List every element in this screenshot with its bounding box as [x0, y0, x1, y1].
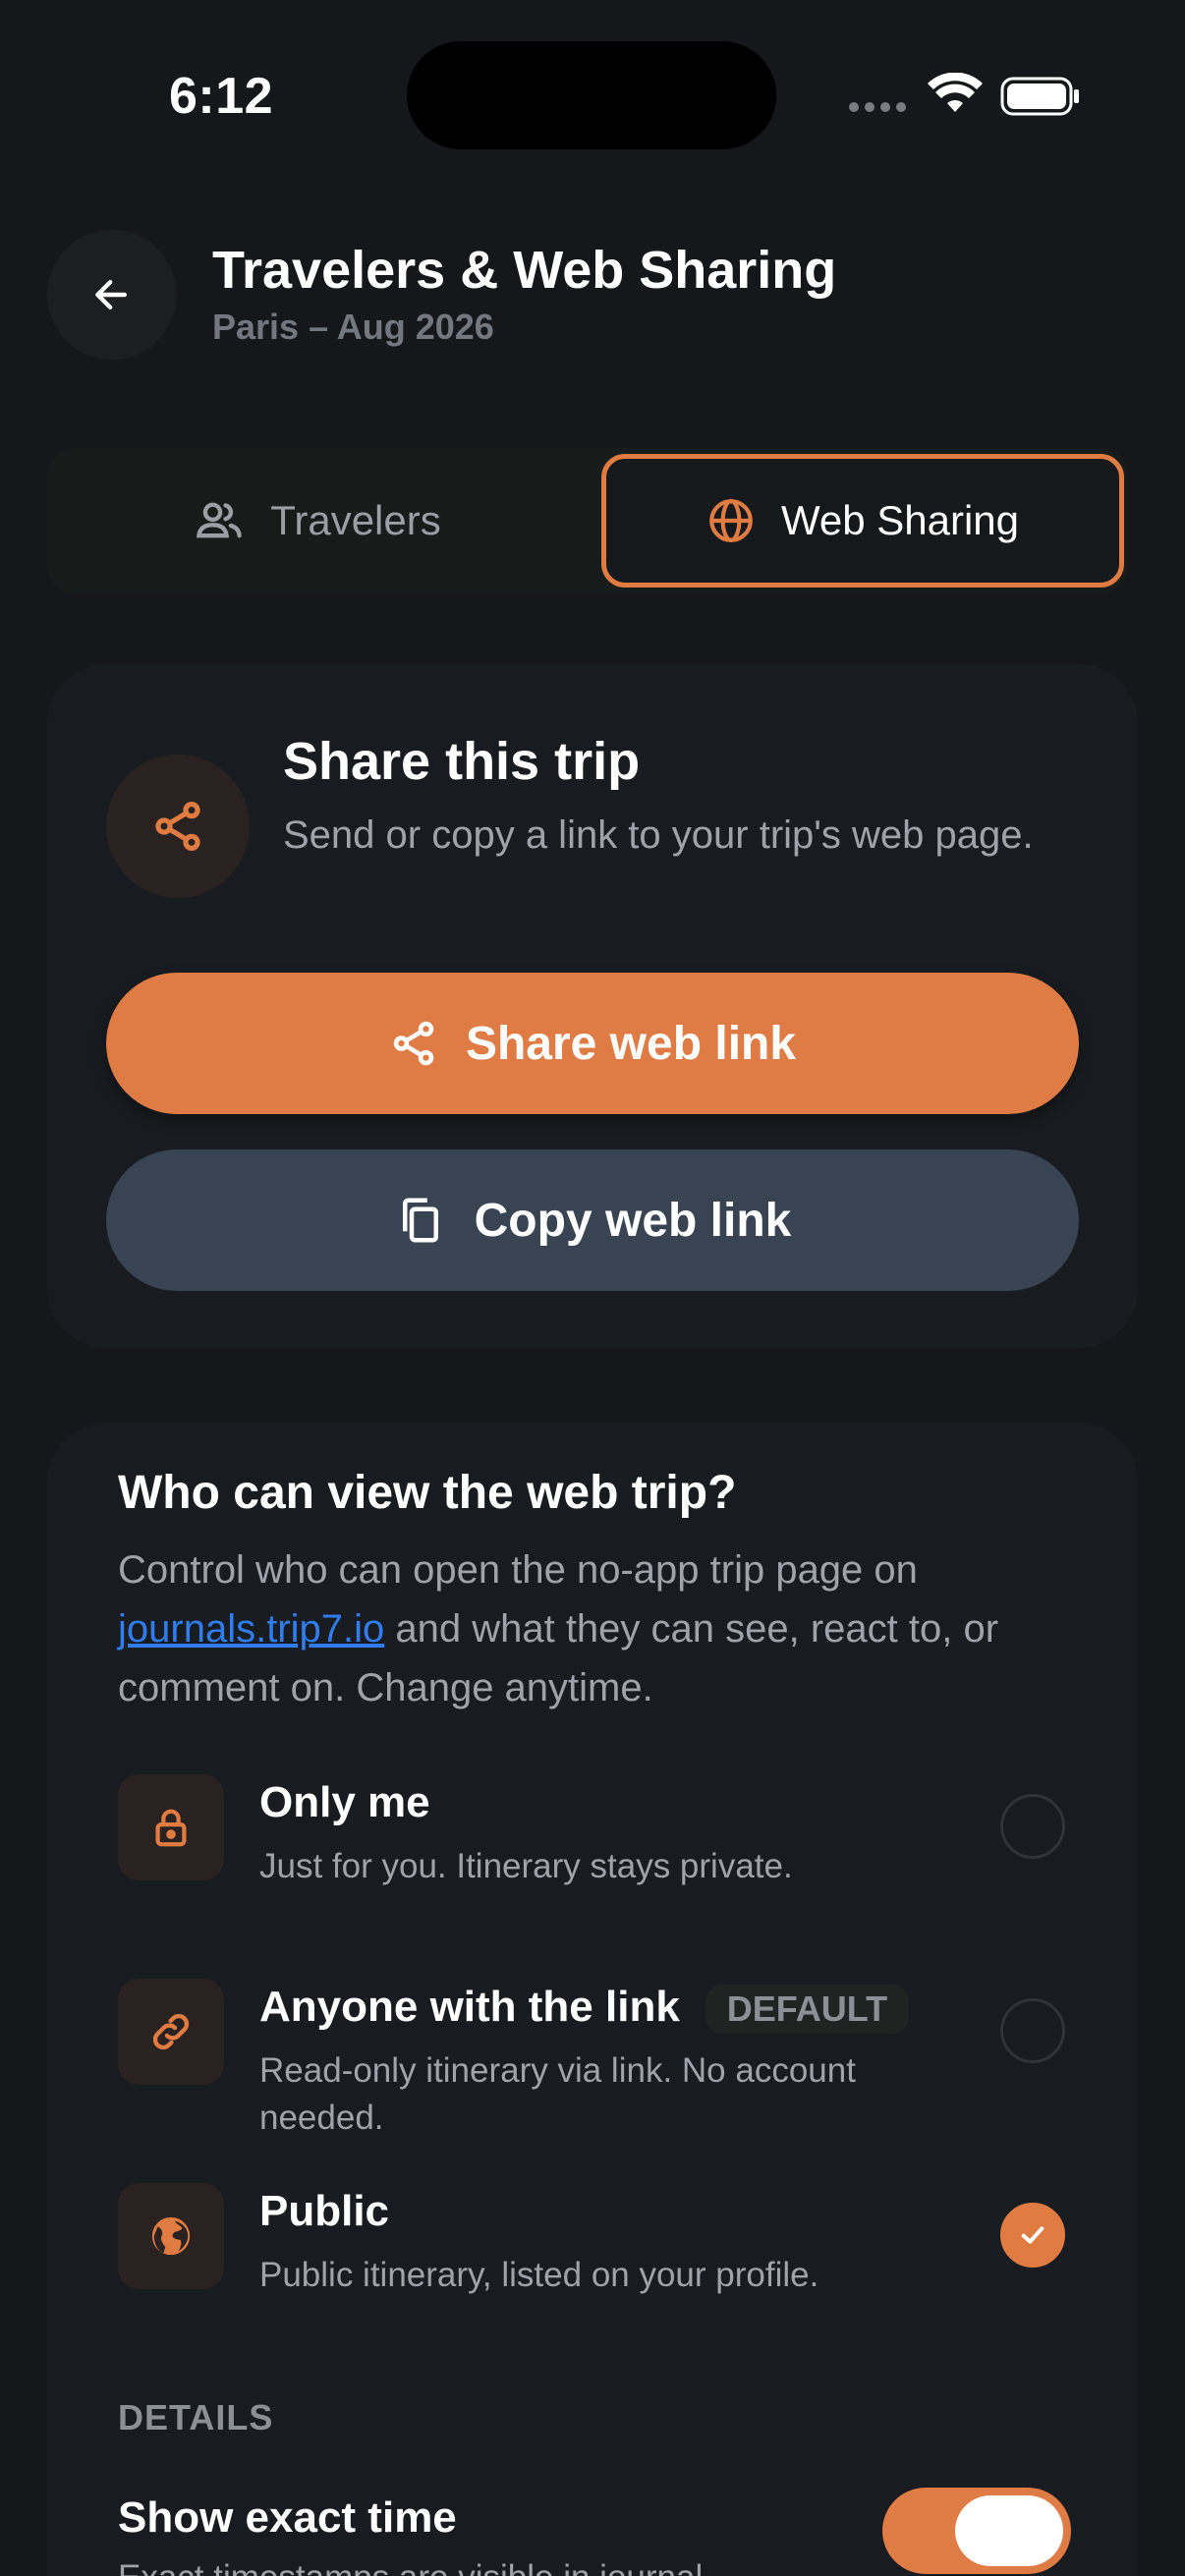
visibility-desc-before: Control who can open the no-app trip pag…	[118, 1548, 918, 1592]
cellular-signal-icon	[849, 102, 906, 112]
copy-web-link-label: Copy web link	[474, 1194, 792, 1247]
radio-anyone-with-link[interactable]	[1000, 1998, 1065, 2063]
share-web-link-button[interactable]: Share web link	[106, 973, 1079, 1114]
globe-icon	[709, 499, 753, 542]
visibility-title: Who can view the web trip?	[118, 1467, 737, 1519]
tab-web-sharing-label: Web Sharing	[780, 497, 1020, 543]
tab-web-sharing[interactable]: Web Sharing	[601, 454, 1124, 588]
lock-icon-badge	[118, 1774, 224, 1880]
dynamic-island	[407, 41, 776, 149]
tab-travelers[interactable]: Travelers	[47, 454, 588, 588]
visibility-description: Control who can open the no-app trip pag…	[118, 1540, 1100, 1717]
arrow-left-icon	[95, 279, 128, 310]
globe-icon-badge	[118, 2183, 224, 2289]
web-sharing-screen: 6:12 Travelers & Web Sharing Paris – Aug…	[0, 0, 1185, 2576]
link-icon	[152, 2013, 190, 2050]
radio-public[interactable]	[1000, 2203, 1065, 2268]
battery-icon	[1000, 77, 1079, 116]
copy-icon	[402, 1198, 438, 1243]
people-icon	[197, 502, 242, 538]
share-icon	[393, 1021, 434, 1066]
checkmark-icon	[1021, 2226, 1044, 2244]
option-description: Just for you. Itinerary stays private.	[259, 1847, 793, 1885]
option-title-text: Anyone with the link	[259, 1983, 680, 2031]
option-title: Public	[259, 2187, 390, 2235]
show-exact-time-title: Show exact time	[118, 2493, 457, 2542]
status-time: 6:12	[169, 68, 274, 125]
globe-icon	[151, 2216, 191, 2256]
details-section-label: DETAILS	[118, 2397, 274, 2437]
back-button[interactable]	[47, 230, 177, 360]
option-title: Only me	[259, 1778, 430, 1826]
share-icon	[155, 802, 200, 851]
toggle-knob	[955, 2495, 1063, 2566]
page-subtitle: Paris – Aug 2026	[212, 307, 494, 347]
show-exact-time-description: Exact timestamps are visible in journal	[118, 2558, 703, 2576]
tab-travelers-label: Travelers	[270, 497, 441, 543]
share-trip-card: Share this trip Send or copy a link to y…	[47, 664, 1138, 1348]
share-web-link-label: Share web link	[465, 1017, 797, 1070]
share-icon-badge	[106, 755, 250, 898]
tab-bar: Travelers Web Sharing	[47, 448, 1128, 593]
show-exact-time-toggle[interactable]	[882, 2488, 1071, 2574]
page-title: Travelers & Web Sharing	[212, 241, 837, 300]
share-card-title: Share this trip	[283, 732, 641, 791]
default-badge: DEFAULT	[705, 1985, 910, 2035]
option-title: Anyone with the link DEFAULT	[259, 1983, 910, 2035]
option-description: Read-only itinerary via link. No account…	[259, 2051, 856, 2137]
option-description: Public itinerary, listed on your profile…	[259, 2256, 819, 2294]
link-icon-badge	[118, 1979, 224, 2085]
share-card-description: Send or copy a link to your trip's web p…	[283, 813, 1034, 857]
radio-only-me[interactable]	[1000, 1794, 1065, 1859]
lock-icon	[155, 1809, 187, 1847]
journals-link[interactable]: journals.trip7.io	[118, 1607, 384, 1651]
copy-web-link-button[interactable]: Copy web link	[106, 1149, 1079, 1291]
wifi-icon	[928, 73, 983, 112]
visibility-card: Who can view the web trip? Control who c…	[47, 1423, 1138, 2576]
